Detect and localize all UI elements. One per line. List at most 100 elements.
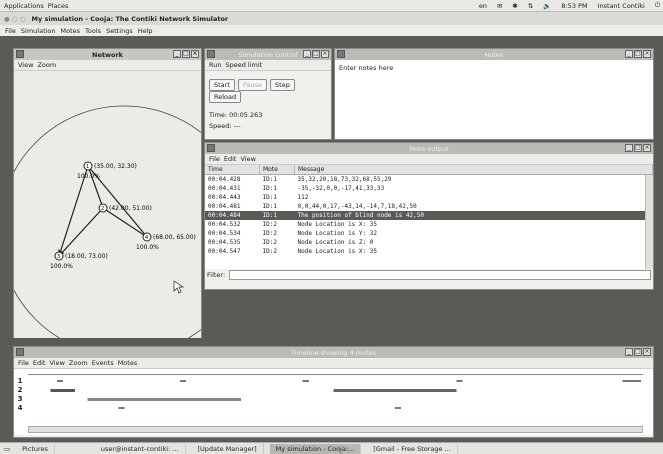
menu-events[interactable]: Events	[92, 359, 114, 367]
menu-file[interactable]: File	[209, 155, 220, 163]
notes-title-bar[interactable]: Notes _ □ ×	[335, 49, 653, 60]
network-canvas[interactable]: 1 (35.00, 32.30) 100.0% 2 (42.00, 51.00)…	[14, 71, 201, 338]
mote-node-3[interactable]: 3 (18.00, 73.00) 100.0%	[50, 251, 108, 270]
close-icon[interactable]: ×	[643, 144, 651, 152]
frame-icon	[16, 348, 24, 356]
minimize-icon[interactable]: _	[625, 348, 633, 356]
reload-button[interactable]: Reload	[209, 91, 242, 103]
cell-time: 00:04.547	[208, 248, 241, 255]
timeline-title-bar[interactable]: Timeline showing 4 motes _ □ ×	[14, 347, 653, 358]
taskbar-item-terminal[interactable]: user@instant-contiki: ...	[95, 443, 186, 454]
maximize-icon[interactable]: □	[634, 348, 642, 356]
close-icon[interactable]: ×	[191, 50, 199, 58]
taskbar-item-pictures[interactable]: Pictures	[16, 443, 55, 454]
menu-tools[interactable]: Tools	[85, 27, 101, 35]
table-row[interactable]: 00:04.443 ID:1 112	[205, 193, 653, 202]
timeline-mote-label[interactable]: 1	[14, 377, 26, 385]
mote-output-title-bar[interactable]: Mote output _ □ ×	[205, 143, 653, 154]
clock[interactable]: 8:53 PM	[561, 2, 587, 10]
table-row[interactable]: 00:04.428 ID:1 35,32,20,18,73,32,68,55,29	[205, 175, 653, 185]
taskbar-item-update-manager[interactable]: [Update Manager]	[192, 443, 264, 454]
menu-speed-limit[interactable]: Speed limit	[225, 61, 262, 69]
step-button[interactable]: Step	[270, 79, 295, 91]
menu-file[interactable]: File	[18, 359, 29, 367]
cell-msg: 0,0,44,0,17,-43,14,-14,7,18,42,50	[297, 203, 417, 210]
notes-textarea[interactable]: Enter notes here	[335, 60, 653, 138]
pause-button[interactable]: Pause	[237, 79, 268, 91]
menu-view[interactable]: View	[240, 155, 255, 163]
network-title-bar[interactable]: Network _ □ ×	[14, 49, 201, 60]
filter-input[interactable]	[229, 269, 651, 280]
network-menu-zoom[interactable]: Zoom	[37, 61, 56, 69]
cell-time: 00:04.535	[208, 239, 241, 246]
radio-range-circle	[14, 105, 201, 338]
maximize-icon[interactable]: □	[634, 50, 642, 58]
mote-node-4[interactable]: 4 (68.00, 65.00) 100.0%	[136, 232, 196, 251]
mote-output-table-area: Time Mote Message 00:04.428 ID:1 35,32,20,…	[205, 165, 653, 269]
minimize-icon[interactable]: _	[625, 50, 633, 58]
user-menu[interactable]: Instant Contiki	[598, 2, 645, 10]
show-desktop-icon[interactable]: ▭	[4, 445, 10, 453]
close-icon[interactable]: ×	[643, 50, 651, 58]
menu-edit[interactable]: Edit	[224, 155, 237, 163]
taskbar-item-cooja[interactable]: My simulation - Cooja:...	[269, 443, 362, 454]
cell-time: 00:04.431	[208, 185, 241, 192]
simulation-time: Time: 00:05.263	[209, 111, 263, 119]
table-row[interactable]: 00:04.534 ID:2 Node Location is Y: 32	[205, 229, 653, 238]
network-menu-view[interactable]: View	[18, 61, 33, 69]
table-row[interactable]: 00:04.532 ID:2 Node Location is X: 35	[205, 220, 653, 229]
cell-time: 00:04.428	[208, 176, 241, 183]
start-button[interactable]: Start	[209, 79, 235, 91]
timeline-mote-label[interactable]: 4	[14, 404, 26, 412]
timeline-row-1: 1	[14, 377, 641, 385]
maximize-icon[interactable]: □	[312, 50, 320, 58]
menu-help[interactable]: Help	[138, 27, 153, 35]
frame-icon	[207, 144, 215, 152]
network-icon[interactable]: ⇅	[528, 2, 533, 10]
notes-title: Notes	[484, 50, 504, 59]
menu-settings[interactable]: Settings	[106, 27, 133, 35]
volume-icon[interactable]: 🔈	[543, 2, 551, 10]
mail-icon[interactable]: ✉	[497, 2, 502, 10]
timeline-mote-label[interactable]: 2	[14, 386, 26, 394]
close-icon[interactable]: ×	[321, 50, 329, 58]
maximize-icon[interactable]: □	[182, 50, 190, 58]
table-row[interactable]: 00:04.484 ID:1 The position of blind node …	[205, 211, 653, 220]
power-icon[interactable]: ⏻	[655, 1, 660, 10]
minimize-icon[interactable]: _	[625, 144, 633, 152]
table-row[interactable]: 00:04.431 ID:1 -35,-32,0,0,-17,41,33,33	[205, 184, 653, 193]
menu-run[interactable]: Run	[209, 61, 221, 69]
menu-view[interactable]: View	[49, 359, 64, 367]
column-header-time[interactable]: Time	[205, 165, 260, 175]
simulation-control-title: Simulation control	[238, 50, 298, 59]
window-buttons-icon[interactable]: ● ○ ○	[4, 15, 26, 23]
bluetooth-icon[interactable]: ✱	[512, 2, 517, 10]
keyboard-indicator[interactable]: en	[479, 2, 487, 10]
table-row[interactable]: 00:04.481 ID:1 0,0,44,0,17,-43,14,-14,7,18…	[205, 202, 653, 211]
places-menu[interactable]: Places	[48, 2, 69, 10]
column-header-mote[interactable]: Mote	[259, 165, 295, 175]
applications-menu[interactable]: Applications	[4, 2, 44, 10]
timeline-mote-label[interactable]: 3	[14, 395, 26, 403]
menu-simulation[interactable]: Simulation	[21, 27, 56, 35]
cell-time: 00:04.484	[205, 211, 260, 220]
simulation-control-title-bar[interactable]: Simulation control _ □ ×	[205, 49, 331, 60]
menu-file[interactable]: File	[5, 27, 16, 35]
menu-motes[interactable]: Motes	[61, 27, 81, 35]
minimize-icon[interactable]: _	[173, 50, 181, 58]
maximize-icon[interactable]: □	[634, 144, 642, 152]
timeline-canvas[interactable]: 1 2 3 4	[14, 369, 653, 435]
menu-edit[interactable]: Edit	[33, 359, 46, 367]
mote-output-scrollbar[interactable]	[645, 175, 653, 269]
taskbar-item-gmail[interactable]: [Gmail - Free Storage ...	[367, 443, 458, 454]
close-icon[interactable]: ×	[643, 348, 651, 356]
menu-zoom[interactable]: Zoom	[69, 359, 88, 367]
column-header-message[interactable]: Message	[294, 165, 653, 175]
menu-motes[interactable]: Motes	[118, 359, 138, 367]
cell-mote: ID:2	[262, 221, 277, 228]
minimize-icon[interactable]: _	[303, 50, 311, 58]
table-row[interactable]: 00:04.547 ID:2 Node Location is X: 35	[205, 247, 653, 256]
timeline-h-scrollbar[interactable]	[28, 426, 643, 433]
mote-output-window: Mote output _ □ × File Edit View Time Mote…	[204, 142, 654, 290]
table-row[interactable]: 00:04.535 ID:2 Node Location is Z: 0	[205, 238, 653, 247]
